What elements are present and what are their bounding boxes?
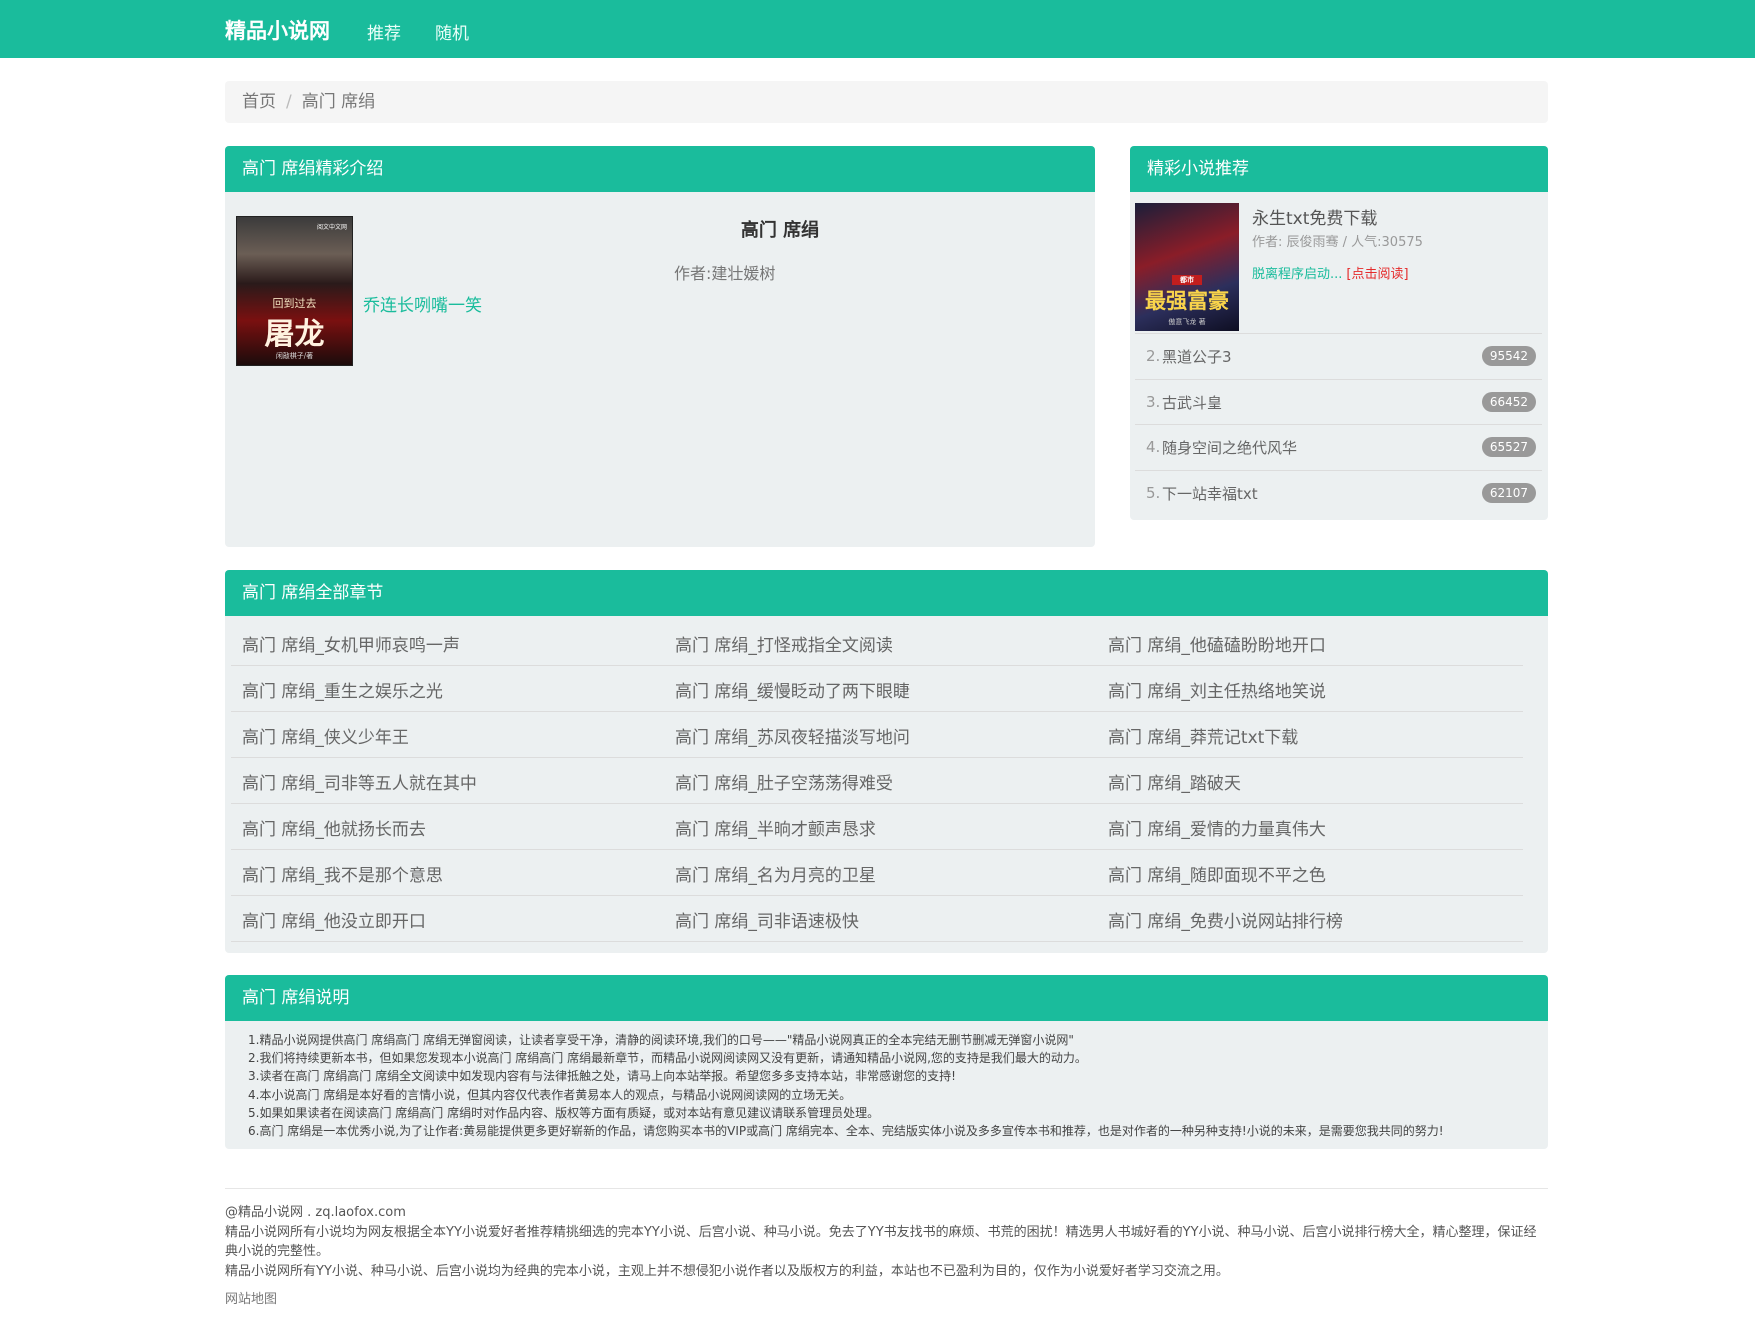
chapters-panel: 高门 席绢全部章节 高门 席绢_女机甲师哀鸣一声 高门 席绢_打怪戒指全文阅读 … xyxy=(225,570,1548,953)
recommend-panel: 精彩小说推荐 都市 最强富豪 傲意飞龙 著 永生txt免费下载 作者: 辰俊雨骞… xyxy=(1130,146,1548,520)
chapter-link[interactable]: 高门 席绢_随即面现不平之色 xyxy=(1108,861,1326,886)
chapter-link[interactable]: 高门 席绢_他就扬长而去 xyxy=(242,815,426,840)
chapter-link[interactable]: 高门 席绢_他没立即开口 xyxy=(242,907,426,932)
book-title: 高门 席绢 xyxy=(740,220,820,241)
site-footer: @精品小说网 . zq.laofox.com 精品小说网所有小说均为网友根据全本… xyxy=(225,1203,1548,1310)
rank-number: 2. xyxy=(1146,347,1161,365)
note-line: 1.精品小说网提供高门 席绢高门 席绢无弹窗阅读，让读者享受干净，清静的阅读环境… xyxy=(248,1033,1074,1047)
recommend-top-title[interactable]: 永生txt免费下载 xyxy=(1252,204,1377,229)
chapter-row: 高门 席绢_侠义少年王 高门 席绢_苏凤夜轻描淡写地问 高门 席绢_莽荒记txt… xyxy=(231,712,1523,758)
chapter-link[interactable]: 高门 席绢_侠义少年王 xyxy=(242,723,409,748)
list-item[interactable]: 5. 下一站幸福txt 62107 xyxy=(1135,469,1542,516)
chapter-link[interactable]: 高门 席绢_肚子空荡荡得难受 xyxy=(675,769,893,794)
read-link[interactable]: [点击阅读] xyxy=(1346,267,1408,282)
chapter-row: 高门 席绢_他就扬长而去 高门 席绢_半晌才颤声恳求 高门 席绢_爱情的力量真伟… xyxy=(231,804,1523,850)
breadcrumb-separator: / xyxy=(286,92,292,112)
notes-panel: 高门 席绢说明 1.精品小说网提供高门 席绢高门 席绢无弹窗阅读，让读者享受干净… xyxy=(225,975,1548,1149)
rank-number: 3. xyxy=(1146,392,1161,411)
chapter-link[interactable]: 高门 席绢_缓慢眨动了两下眼睫 xyxy=(675,677,910,702)
breadcrumb: 首页 / 高门 席绢 xyxy=(225,81,1548,123)
chapter-link[interactable]: 高门 席绢_踏破天 xyxy=(1108,769,1241,794)
chapter-link[interactable]: 高门 席绢_他磕磕盼盼地开口 xyxy=(1108,631,1326,656)
note-line: 4.本小说高门 席绢是本好看的言情小说，但其内容仅代表作者黄易本人的观点，与精品… xyxy=(248,1087,852,1102)
chapter-list: 高门 席绢_女机甲师哀鸣一声 高门 席绢_打怪戒指全文阅读 高门 席绢_他磕磕盼… xyxy=(231,620,1523,942)
top-navbar: 精品小说网 推荐 随机 xyxy=(0,0,1755,58)
note-line: 6.高门 席绢是一本优秀小说,为了让作者:黄易能提供更多更好崭新的作品，请您购买… xyxy=(248,1124,1444,1139)
breadcrumb-current: 高门 席绢 xyxy=(301,92,376,112)
chapter-link[interactable]: 高门 席绢_刘主任热络地笑说 xyxy=(1108,677,1326,702)
rec-cover-tag: 都市 xyxy=(1172,275,1202,285)
chapter-link[interactable]: 高门 席绢_女机甲师哀鸣一声 xyxy=(242,631,460,656)
cover-text-line2: 屠龙 xyxy=(264,317,325,352)
recommend-top-meta: 作者: 辰俊雨骞 / 人气:30575 xyxy=(1252,235,1423,250)
notes-list: 1.精品小说网提供高门 席绢高门 席绢无弹窗阅读，让读者享受干净，清静的阅读环境… xyxy=(248,1031,1444,1140)
intro-panel-header: 高门 席绢精彩介绍 xyxy=(225,146,1095,192)
novel-link[interactable]: 下一站幸福txt xyxy=(1162,483,1258,504)
site-logo[interactable]: 精品小说网 xyxy=(225,15,330,45)
chapter-row: 高门 席绢_我不是那个意思 高门 席绢_名为月亮的卫星 高门 席绢_随即面现不平… xyxy=(231,850,1523,896)
cover-badge: 阅文中文网 xyxy=(316,224,347,231)
sitemap-link[interactable]: 网站地图 xyxy=(225,1290,277,1310)
list-item[interactable]: 4. 随身空间之绝代风华 65527 xyxy=(1135,424,1542,470)
chapter-link[interactable]: 高门 席绢_司非等五人就在其中 xyxy=(242,769,477,794)
chapter-row: 高门 席绢_他没立即开口 高门 席绢_司非语速极快 高门 席绢_免费小说网站排行… xyxy=(231,896,1523,942)
book-description-link[interactable]: 乔连长咧嘴一笑 xyxy=(363,291,482,316)
list-item[interactable]: 2. 黑道公子3 95542 xyxy=(1135,333,1542,379)
rec-cover-sub: 傲意飞龙 著 xyxy=(1168,318,1206,326)
popularity-badge: 95542 xyxy=(1481,346,1536,366)
chapter-row: 高门 席绢_女机甲师哀鸣一声 高门 席绢_打怪戒指全文阅读 高门 席绢_他磕磕盼… xyxy=(231,620,1523,666)
chapter-row: 高门 席绢_重生之娱乐之光 高门 席绢_缓慢眨动了两下眼睫 高门 席绢_刘主任热… xyxy=(231,666,1523,712)
chapter-link[interactable]: 高门 席绢_苏凤夜轻描淡写地问 xyxy=(675,723,910,748)
book-author: 作者:建壮媛树 xyxy=(674,264,776,283)
novel-link[interactable]: 黑道公子3 xyxy=(1162,346,1232,367)
chapter-link[interactable]: 高门 席绢_半晌才颤声恳求 xyxy=(675,815,876,840)
recommend-top-cover-image[interactable]: 都市 最强富豪 傲意飞龙 著 xyxy=(1135,203,1239,331)
breadcrumb-home[interactable]: 首页 xyxy=(242,92,276,112)
chapter-link[interactable]: 高门 席绢_我不是那个意思 xyxy=(242,861,443,886)
note-line: 5.如果如果读者在阅读高门 席绢高门 席绢时对作品内容、版权等方面有质疑，或对本… xyxy=(248,1105,880,1120)
note-line: 3.读者在高门 席绢高门 席绢全文阅读中如发现内容有与法律抵触之处，请马上向本站… xyxy=(248,1069,956,1084)
chapter-row: 高门 席绢_司非等五人就在其中 高门 席绢_肚子空荡荡得难受 高门 席绢_踏破天 xyxy=(231,758,1523,804)
chapter-link[interactable]: 高门 席绢_司非语速极快 xyxy=(675,907,859,932)
footer-copyright: @精品小说网 . zq.laofox.com xyxy=(225,1205,406,1220)
rec-cover-title: 最强富豪 xyxy=(1145,289,1229,313)
chapter-link[interactable]: 高门 席绢_爱情的力量真伟大 xyxy=(1108,815,1326,840)
nav-link-recommend[interactable]: 推荐 xyxy=(367,19,401,44)
rank-number: 4. xyxy=(1146,438,1161,456)
chapter-link[interactable]: 高门 席绢_重生之娱乐之光 xyxy=(242,677,443,702)
snippet-text: 脱离程序启动... xyxy=(1252,267,1343,282)
notes-panel-header: 高门 席绢说明 xyxy=(225,975,1548,1021)
footer-about: 精品小说网所有小说均为网友根据全本YY小说爱好者推荐精挑细选的完本YY小说、后宫… xyxy=(225,1224,1537,1260)
chapter-link[interactable]: 高门 席绢_莽荒记txt下载 xyxy=(1108,723,1298,748)
footer-divider xyxy=(225,1188,1548,1189)
recommend-list: 2. 黑道公子3 95542 3. 古武斗皇 66452 4. 随身空间之绝代风… xyxy=(1135,333,1542,515)
footer-disclaimer: 精品小说网所有YY小说、种马小说、后宫小说均为经典的完本小说，主观上并不想侵犯小… xyxy=(225,1263,1229,1279)
novel-link[interactable]: 古武斗皇 xyxy=(1162,392,1222,413)
cover-text-line3: 闲敲棋子/著 xyxy=(275,352,314,360)
popularity-badge: 65527 xyxy=(1481,437,1536,457)
nav-link-random[interactable]: 随机 xyxy=(435,19,469,44)
chapter-link[interactable]: 高门 席绢_名为月亮的卫星 xyxy=(675,861,876,886)
book-cover-image[interactable]: 阅文中文网 回到过去 屠龙 闲敲棋子/著 xyxy=(236,216,353,366)
intro-panel: 高门 席绢精彩介绍 阅文中文网 回到过去 屠龙 闲敲棋子/著 乔连长咧嘴一笑 高… xyxy=(225,146,1095,547)
popularity-badge: 62107 xyxy=(1481,482,1536,503)
novel-link[interactable]: 随身空间之绝代风华 xyxy=(1162,437,1297,458)
chapters-panel-header: 高门 席绢全部章节 xyxy=(225,570,1548,616)
recommend-top-snippet: 脱离程序启动... [点击阅读] xyxy=(1252,263,1409,282)
chapter-link[interactable]: 高门 席绢_打怪戒指全文阅读 xyxy=(675,631,893,656)
chapter-link[interactable]: 高门 席绢_免费小说网站排行榜 xyxy=(1108,907,1343,932)
note-line: 2.我们将持续更新本书，但如果您发现本小说高门 席绢高门 席绢最新章节，而精品小… xyxy=(248,1051,1087,1066)
list-item[interactable]: 3. 古武斗皇 66452 xyxy=(1135,378,1542,425)
popularity-badge: 66452 xyxy=(1481,391,1536,412)
rank-number: 5. xyxy=(1146,483,1161,502)
recommend-panel-header: 精彩小说推荐 xyxy=(1130,146,1548,192)
